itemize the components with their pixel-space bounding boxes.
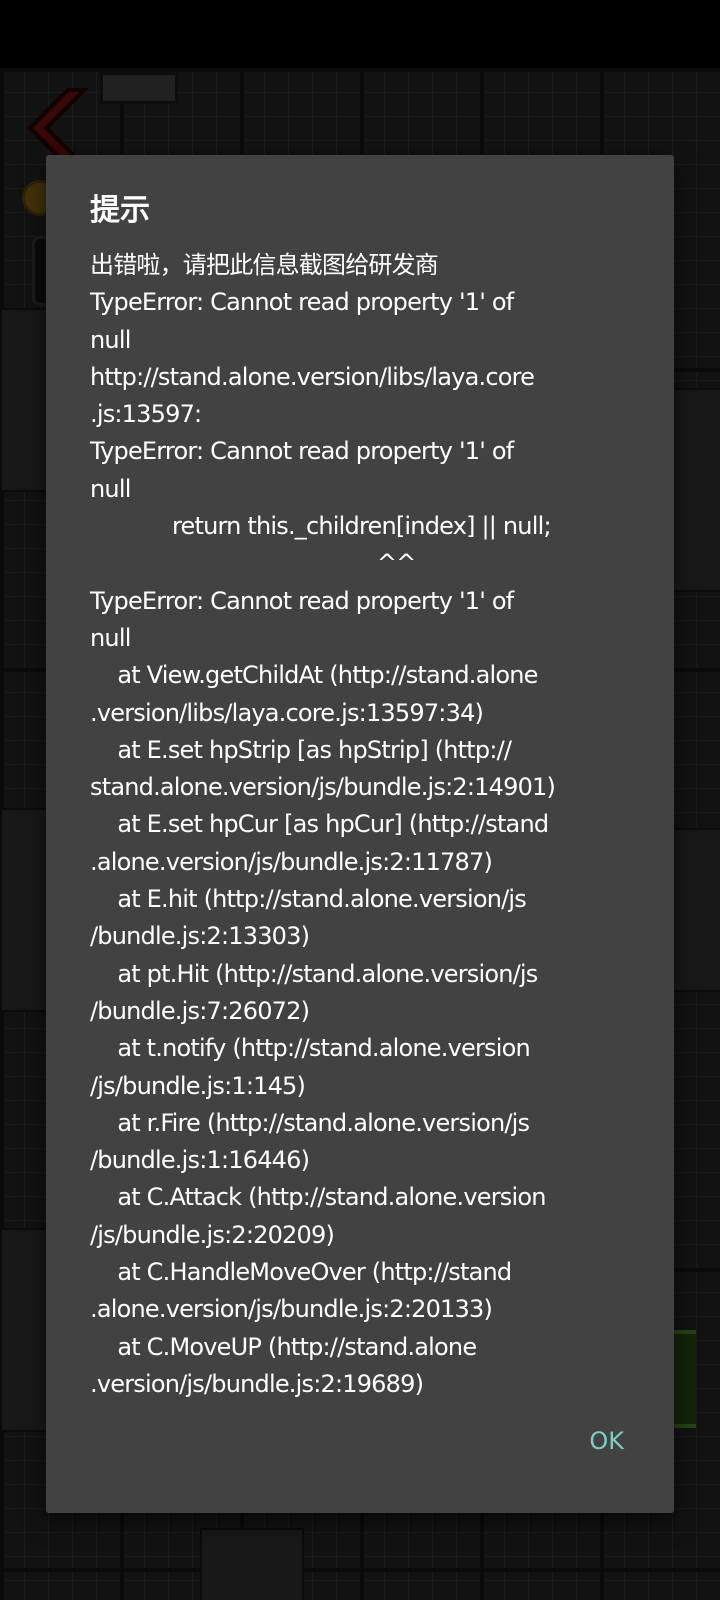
message-line: http://stand.alone.version/libs/laya.cor… (90, 362, 535, 391)
message-line: at t.notify (http://stand.alone.version (90, 1034, 530, 1063)
message-line: TypeError: Cannot read property '1' of (90, 437, 514, 466)
message-line: at View.getChildAt (http://stand.alone (90, 661, 538, 690)
message-line: at C.MoveUP (http://stand.alone (90, 1332, 477, 1361)
dialog-message: 出错啦，请把此信息截图给研发商 TypeError: Cannot read pr… (90, 247, 635, 1403)
message-line: /js/bundle.js:2:20209) (90, 1220, 335, 1249)
message-line: .version/js/bundle.js:2:19689) (90, 1369, 424, 1398)
message-line: return this._children[index] || null; (90, 512, 552, 541)
message-line: at E.set hpStrip [as hpStrip] (http:// (90, 735, 512, 764)
message-line: .alone.version/js/bundle.js:2:20133) (90, 1295, 493, 1324)
message-line: null (90, 623, 131, 652)
message-line: TypeError: Cannot read property '1' of (90, 586, 514, 615)
message-line: /bundle.js:2:13303) (90, 922, 310, 951)
message-line: at E.hit (http://stand.alone.version/js (90, 885, 526, 914)
message-line: .js:13597: (90, 400, 202, 429)
dialog-title: 提示 (90, 193, 150, 228)
app-screen: 提示 出错啦，请把此信息截图给研发商 TypeError: Cannot read… (0, 0, 720, 1600)
message-line: at C.Attack (http://stand.alone.version (90, 1183, 546, 1212)
ok-button[interactable]: OK (581, 1419, 632, 1463)
message-line: at pt.Hit (http://stand.alone.version/js (90, 959, 538, 988)
message-line: /bundle.js:1:16446) (90, 1146, 310, 1175)
message-line: at C.HandleMoveOver (http://stand (90, 1258, 512, 1287)
message-line: /js/bundle.js:1:145) (90, 1071, 306, 1100)
message-line: .version/libs/laya.core.js:13597:34) (90, 698, 484, 727)
error-dialog: 提示 出错啦，请把此信息截图给研发商 TypeError: Cannot read… (46, 155, 674, 1513)
message-line: at E.set hpCur [as hpCur] (http://stand (90, 810, 549, 839)
message-line: .alone.version/js/bundle.js:2:11787) (90, 847, 493, 876)
message-line: stand.alone.version/js/bundle.js:2:14901… (90, 773, 556, 802)
message-line: at r.Fire (http://stand.alone.version/js (90, 1108, 530, 1137)
message-line: 出错啦，请把此信息截图给研发商 (90, 251, 439, 279)
message-line: TypeError: Cannot read property '1' of (90, 288, 514, 317)
message-line: null (90, 325, 131, 354)
message-line: /bundle.js:7:26072) (90, 996, 310, 1025)
message-line: null (90, 474, 131, 503)
message-line: ^^ (90, 549, 416, 578)
